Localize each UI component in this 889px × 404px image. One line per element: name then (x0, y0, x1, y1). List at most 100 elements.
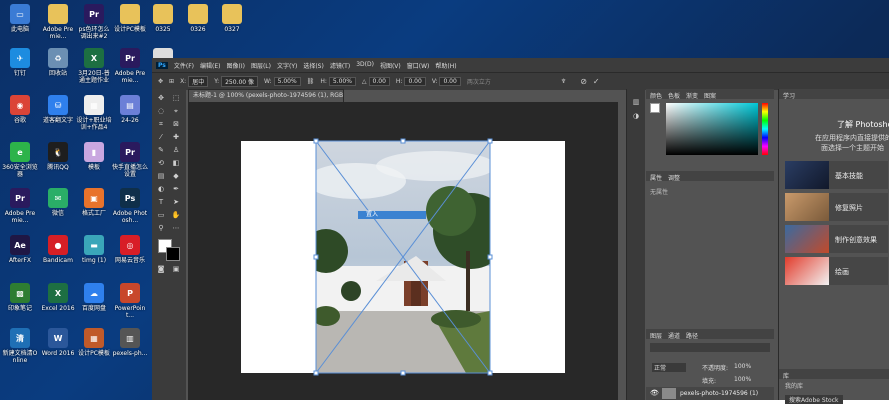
heal-icon[interactable]: ✚ (171, 132, 181, 142)
brush-icon[interactable]: ✎ (156, 145, 166, 155)
desktop-icon[interactable]: Pr Adobe Premie... (112, 48, 148, 84)
menu-item[interactable]: 图层(L) (251, 61, 271, 70)
desktop-icon[interactable]: ▬ timg (1) (76, 235, 112, 264)
desktop-icon[interactable]: 清新建文档清Online (2, 328, 38, 364)
desktop-icon[interactable]: ▣ 格式工厂 (76, 188, 112, 217)
desktop-icon[interactable]: ◎ 网易云音乐 (112, 235, 148, 264)
interpolation-select[interactable]: 两次立方 (467, 77, 491, 86)
tab-learn[interactable]: 学习 (783, 91, 795, 100)
background-color-swatch[interactable] (166, 247, 180, 261)
desktop-icon[interactable]: Pr ps色环怎么调出来#2 (76, 4, 112, 40)
desktop-icon[interactable]: 0326 (180, 4, 216, 33)
desktop-icon[interactable]: Ae AfterFX (2, 235, 38, 264)
tab-color[interactable]: 颜色 (650, 91, 662, 100)
tab-layers[interactable]: 图层 (650, 331, 662, 340)
desktop-icon[interactable]: P PowerPoint... (112, 283, 148, 319)
x-field[interactable]: 居中 (188, 76, 209, 87)
pen-icon[interactable]: ✒ (171, 184, 181, 194)
desktop-icon[interactable]: ▮ 模板 (76, 142, 112, 171)
rectangle-icon[interactable]: ▭ (156, 210, 166, 220)
desktop-icon[interactable]: ♻ 回收站 (40, 48, 76, 77)
learn-card-basic[interactable]: 基本技能 (785, 161, 888, 189)
h-field[interactable]: 5.00% (328, 77, 356, 86)
eye-icon[interactable]: 👁 (650, 389, 659, 397)
desktop-icon[interactable]: Pr 快手直播怎么设置 (112, 142, 148, 178)
opacity-field[interactable]: 100% (734, 363, 751, 370)
desktop-icon[interactable]: ✉ 微信 (40, 188, 76, 217)
menu-item[interactable]: 3D(D) (356, 61, 374, 70)
zoom-icon[interactable]: ⚲ (156, 223, 166, 233)
quick-mask-icon[interactable]: ◙ (156, 264, 166, 274)
type-icon[interactable]: T (156, 197, 166, 207)
tab-properties[interactable]: 属性 (650, 173, 662, 182)
h-skew-field[interactable]: 0.00 (404, 77, 426, 86)
artboard-icon[interactable]: ⬚ (171, 93, 181, 103)
adjust-panel-icon[interactable]: ◑ (631, 111, 641, 121)
desktop-icon[interactable]: 设计PC模板 (112, 4, 148, 33)
desktop-icon[interactable]: e 360安全浏览器 (2, 142, 38, 178)
link-icon[interactable]: ⛓ (307, 78, 315, 85)
desktop-icon[interactable]: 0325 (145, 4, 181, 33)
layer-name[interactable]: pexels-photo-1974596 (1) (680, 390, 758, 397)
learn-card-paint[interactable]: 绘画 (785, 257, 888, 285)
desktop-icon[interactable]: ▦ 设计+职业培训+作品4 (76, 95, 112, 131)
angle-field[interactable]: 0.00 (368, 77, 390, 86)
desktop-icon[interactable]: ▩ 印象笔记 (2, 283, 38, 312)
blur-icon[interactable]: ◆ (171, 171, 181, 181)
canvas-workspace[interactable]: 置入 (188, 102, 618, 400)
more-tools-icon[interactable]: ⋯ (171, 223, 181, 233)
desktop-icon[interactable]: ● Bandicam (40, 235, 76, 264)
dodge-icon[interactable]: ◐ (156, 184, 166, 194)
desktop-icon[interactable]: ☁ 百度网盘 (76, 283, 112, 312)
v-skew-field[interactable]: 0.00 (439, 77, 461, 86)
menu-item[interactable]: 文字(Y) (277, 61, 297, 70)
w-field[interactable]: 5.00% (273, 77, 301, 86)
tab-patterns[interactable]: 图案 (704, 91, 716, 100)
desktop-icon[interactable]: 🐧 腾讯QQ (40, 142, 76, 171)
ps-logo-icon[interactable]: Ps (156, 61, 168, 69)
move-icon[interactable]: ✥ (156, 93, 166, 103)
stamp-icon[interactable]: ♙ (171, 145, 181, 155)
path-select-icon[interactable]: ➤ (171, 197, 181, 207)
desktop-icon[interactable]: ▥ pexels-ph... (112, 328, 148, 357)
tab-swatches[interactable]: 色板 (668, 91, 680, 100)
y-field[interactable]: 250.00 像 (221, 76, 259, 87)
eyedropper-icon[interactable]: ⁄ (156, 132, 166, 142)
menu-item[interactable]: 帮助(H) (435, 61, 456, 70)
crop-icon[interactable]: ⌗ (156, 119, 166, 129)
fg-swatch-small[interactable] (650, 103, 660, 113)
desktop-icon[interactable]: ⛁ 道客翻文字 (40, 95, 76, 124)
warp-icon[interactable]: ♆ (561, 78, 566, 85)
desktop-icon[interactable]: Pr Adobe Premie... (2, 188, 38, 224)
hue-slider[interactable] (762, 103, 768, 155)
tab-gradients[interactable]: 渐变 (686, 91, 698, 100)
blend-mode-select[interactable]: 正常 (652, 363, 687, 372)
desktop-icon[interactable]: 0327 (214, 4, 250, 33)
history-panel-icon[interactable]: ▥ (631, 97, 641, 107)
desktop-icon[interactable]: X 3月20日-普通主题作业 (76, 48, 112, 84)
screen-mode-icon[interactable]: ▣ (171, 264, 181, 274)
tab-paths[interactable]: 路径 (686, 331, 698, 340)
tab-library[interactable]: 库 (783, 371, 789, 380)
reference-point-icon[interactable]: ⊞ (169, 78, 174, 85)
color-picker-field[interactable] (666, 103, 758, 155)
menu-item[interactable]: 窗口(W) (407, 61, 430, 70)
document-tab[interactable]: 未标题-1 @ 100% (pexels-photo-1974596 (1), … (188, 89, 344, 103)
cancel-transform-button[interactable]: ⊘ (580, 77, 587, 86)
lasso-icon[interactable]: ◌ (156, 106, 166, 116)
desktop-icon[interactable]: X Excel 2016 (40, 283, 76, 312)
desktop-icon[interactable]: ◉ 谷歌 (2, 95, 38, 124)
learn-card-creative[interactable]: 制作创意效果 (785, 225, 888, 253)
menu-item[interactable]: 选择(S) (303, 61, 324, 70)
desktop-icon[interactable]: ▤ 24-26 (112, 95, 148, 124)
layer-row[interactable]: 👁 pexels-photo-1974596 (1) (646, 387, 774, 400)
tab-adjustments[interactable]: 调整 (668, 173, 680, 182)
desktop-icon[interactable]: ▦ 设计PC模板 (76, 328, 112, 357)
menu-item[interactable]: 滤镜(T) (330, 61, 350, 70)
learn-card-fix[interactable]: 修复照片 (785, 193, 888, 221)
commit-transform-button[interactable]: ✓ (593, 77, 600, 86)
eraser-icon[interactable]: ◧ (171, 158, 181, 168)
gradient-icon[interactable]: ▤ (156, 171, 166, 181)
desktop-icon[interactable]: Adobe Premie... (40, 4, 76, 40)
menu-item[interactable]: 视图(V) (380, 61, 401, 70)
